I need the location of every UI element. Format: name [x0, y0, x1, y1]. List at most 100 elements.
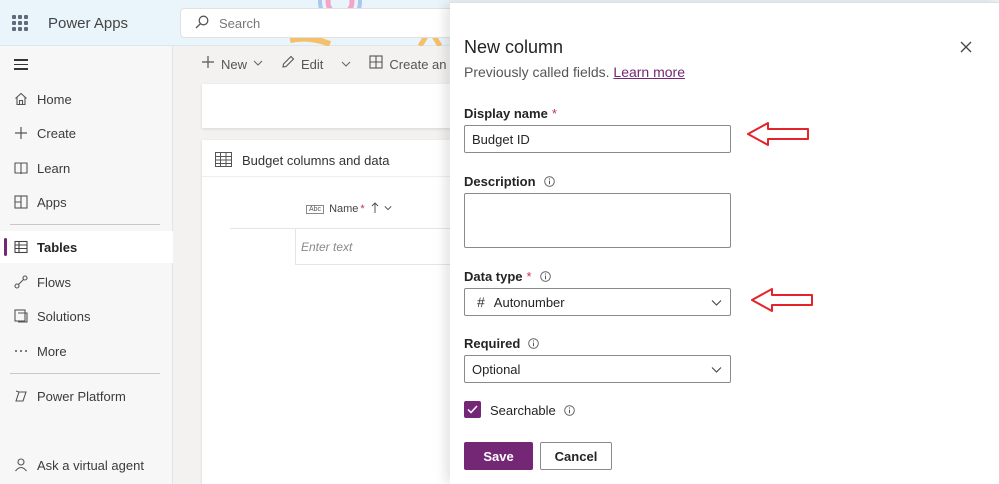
- data-type-dropdown[interactable]: # Autonumber: [464, 288, 731, 316]
- required-label: Required: [464, 336, 540, 351]
- create-app-icon: [369, 55, 383, 73]
- sidebar-item-apps[interactable]: Apps: [0, 186, 173, 218]
- flow-icon: [13, 274, 29, 290]
- info-icon[interactable]: [564, 405, 575, 416]
- sort-up-icon[interactable]: [371, 202, 379, 216]
- sidebar-item-tables[interactable]: Tables: [0, 231, 173, 263]
- solutions-icon: [13, 308, 29, 324]
- book-icon: [13, 160, 29, 176]
- description-label: Description: [464, 174, 555, 189]
- checkmark-icon: [467, 405, 478, 414]
- sidebar-item-label: Flows: [37, 274, 71, 290]
- table-card-title: Budget columns and data: [242, 153, 390, 168]
- sidebar-item-create[interactable]: Create: [0, 117, 173, 149]
- text-type-icon: Abc: [306, 204, 325, 214]
- sidebar-item-label: Apps: [37, 194, 67, 210]
- sidebar-item-label: Solutions: [37, 308, 91, 324]
- search-icon: [195, 15, 209, 29]
- required-mark: *: [360, 203, 365, 215]
- plus-icon: [201, 55, 215, 73]
- more-commands-chevron[interactable]: [341, 57, 351, 72]
- required-value: Optional: [472, 361, 521, 377]
- sidebar-item-solutions[interactable]: Solutions: [0, 300, 173, 332]
- app-title[interactable]: Power Apps: [48, 15, 128, 32]
- sidebar-item-label: Tables: [37, 239, 78, 255]
- sidebar-item-power-platform[interactable]: Power Platform: [0, 380, 173, 412]
- data-type-value: Autonumber: [493, 294, 565, 310]
- close-icon[interactable]: [958, 39, 974, 55]
- sidebar-item-label: Power Platform: [37, 388, 126, 404]
- annotation-arrow-left-icon: [751, 288, 813, 312]
- divider: [202, 176, 450, 177]
- info-icon[interactable]: [528, 338, 540, 349]
- cell-placeholder[interactable]: Enter text: [301, 240, 352, 254]
- table-data-card: Budget columns and data Abc Name * Enter…: [202, 140, 450, 484]
- display-name-label: Display name *: [464, 106, 557, 121]
- save-button[interactable]: Save: [464, 442, 533, 470]
- search-input[interactable]: Search: [180, 8, 480, 38]
- more-icon: [13, 343, 29, 359]
- searchable-label: Searchable: [490, 403, 575, 418]
- sidebar-item-label: Learn: [37, 160, 71, 176]
- description-field[interactable]: [464, 193, 731, 248]
- sidebar-item-label: Ask a virtual agent: [37, 457, 144, 473]
- chevron-down-icon[interactable]: [384, 203, 392, 215]
- divider: [230, 228, 450, 229]
- command-bar: New Edit Create an app: [173, 46, 472, 82]
- required-label-text: Required: [464, 336, 521, 351]
- sidebar-item-more[interactable]: More: [0, 335, 173, 367]
- required-dropdown[interactable]: Optional: [464, 355, 731, 383]
- required-mark: *: [551, 106, 557, 121]
- sidebar-item-home[interactable]: Home: [0, 83, 173, 115]
- plus-icon: [13, 125, 29, 141]
- search-placeholder: Search: [219, 16, 261, 31]
- sidebar-item-label: Create: [37, 125, 77, 141]
- data-type-label-text: Data type: [464, 269, 523, 284]
- divider: [295, 264, 450, 265]
- edit-button-label: Edit: [301, 56, 324, 72]
- apps-icon: [13, 194, 29, 210]
- nav-divider: [10, 224, 160, 225]
- new-column-panel: New column Previously called fields. Lea…: [450, 2, 999, 484]
- edit-button[interactable]: Edit: [281, 55, 323, 73]
- display-name-field[interactable]: Budget ID: [464, 125, 731, 153]
- nav-divider: [10, 373, 160, 374]
- sidebar-item-label: More: [37, 343, 67, 359]
- cancel-button[interactable]: Cancel: [540, 442, 612, 470]
- required-mark: *: [526, 269, 532, 284]
- app-launcher-icon[interactable]: [12, 15, 28, 31]
- display-name-label-text: Display name: [464, 106, 548, 121]
- pencil-icon: [281, 55, 295, 73]
- new-button[interactable]: New: [201, 55, 263, 73]
- info-icon[interactable]: [543, 176, 555, 187]
- table-icon: [215, 152, 232, 167]
- panel-title: New column: [464, 37, 564, 57]
- chevron-down-icon: [711, 367, 722, 373]
- bot-icon: [13, 457, 29, 473]
- searchable-label-text: Searchable: [490, 403, 556, 418]
- sidebar-item-flows[interactable]: Flows: [0, 266, 173, 298]
- divider: [295, 228, 296, 264]
- learn-more-link[interactable]: Learn more: [613, 64, 685, 80]
- description-label-text: Description: [464, 174, 536, 189]
- column-header-label: Name: [329, 203, 359, 215]
- chevron-down-icon: [341, 57, 351, 72]
- chevron-down-icon: [711, 300, 722, 306]
- chevron-down-icon: [253, 58, 263, 70]
- home-icon: [13, 91, 29, 107]
- display-name-value: Budget ID: [472, 131, 530, 147]
- hamburger-menu-icon[interactable]: [14, 59, 28, 70]
- info-icon[interactable]: [539, 271, 551, 282]
- sidebar-item-learn[interactable]: Learn: [0, 152, 173, 184]
- new-button-label: New: [221, 56, 248, 72]
- sidebar-item-label: Home: [37, 91, 72, 107]
- data-type-label: Data type *: [464, 269, 551, 284]
- table-icon: [13, 239, 29, 255]
- number-type-icon: #: [477, 294, 485, 310]
- sidebar-item-virtual-agent[interactable]: Ask a virtual agent: [0, 449, 173, 481]
- column-header-name[interactable]: Abc Name *: [306, 202, 392, 216]
- subtitle-text: Previously called fields.: [464, 64, 610, 80]
- left-navigation: Home Create Learn Apps Tables Flows Solu…: [0, 46, 173, 484]
- table-properties-card: [202, 84, 450, 128]
- searchable-checkbox[interactable]: [464, 401, 481, 418]
